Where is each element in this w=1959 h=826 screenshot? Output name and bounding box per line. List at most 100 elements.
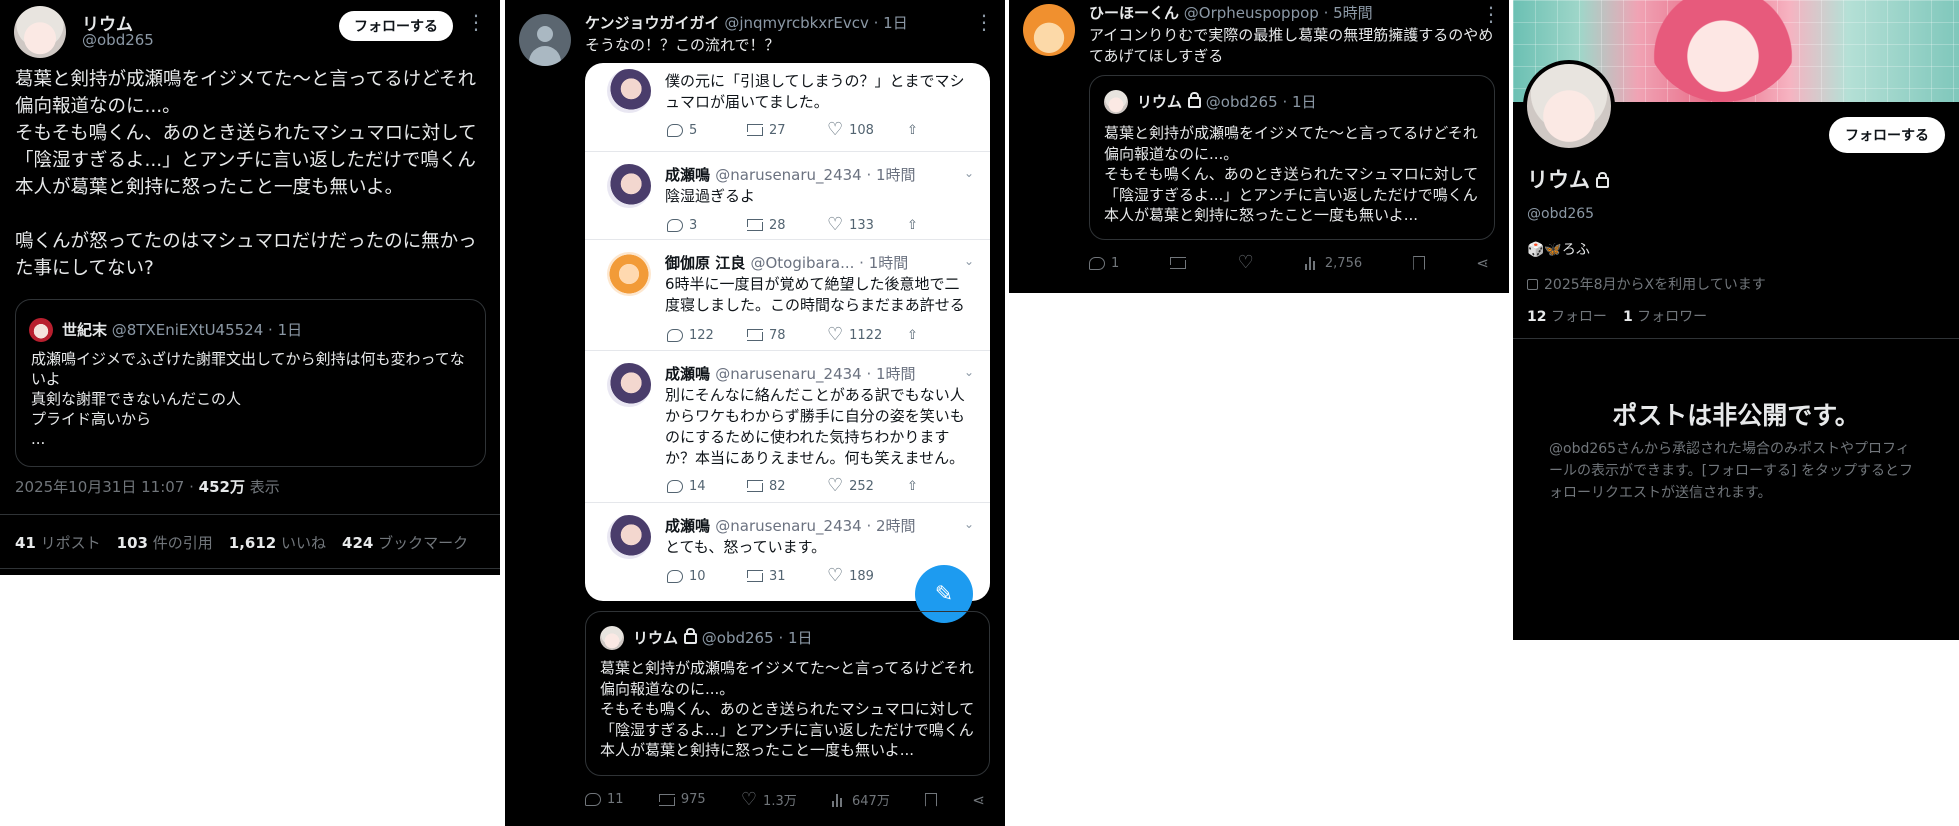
- profile-name: リウム: [1527, 164, 1609, 194]
- more-icon[interactable]: ⋮: [974, 12, 994, 32]
- chevron-down-icon[interactable]: ⌄: [964, 254, 974, 268]
- followers-count[interactable]: 1 フォロワー: [1623, 306, 1707, 326]
- author-handle[interactable]: @Orpheuspoppop: [1184, 4, 1319, 22]
- tweet-text: アイコンりりむで実際の最推し葛葉の無理筋擁護するのやめてあげてほしすぎる: [1089, 26, 1494, 65]
- repost-button[interactable]: [1170, 257, 1187, 269]
- stat-bookmarks[interactable]: 424 ブックマーク: [342, 532, 468, 553]
- share-button[interactable]: ⋖: [1476, 254, 1489, 272]
- author-name[interactable]: ケンジョウガイガイ: [585, 14, 720, 32]
- reply-icon: [667, 218, 683, 232]
- bar-chart-icon: [1304, 256, 1319, 270]
- like-button[interactable]: ♡: [1238, 254, 1254, 272]
- repost-button[interactable]: 975: [658, 792, 706, 807]
- avatar: [607, 515, 651, 559]
- avatar[interactable]: [14, 6, 66, 58]
- chevron-down-icon[interactable]: ⌄: [964, 166, 974, 180]
- quoted-tweet[interactable]: リウム @obd265 · 1日 葛葉と剣持が成瀬鳴をイジメてた〜と言ってるけど…: [585, 611, 990, 776]
- like-button[interactable]: ♡ 1.3万: [741, 790, 797, 809]
- quote-header: 世紀末 @8TXEniEXtU45524 · 1日: [62, 319, 302, 340]
- author-handle[interactable]: @jnqmyrcbkxrEvcv: [724, 14, 869, 32]
- share-icon: ⇧: [907, 478, 918, 494]
- quote-time: · 1日: [778, 629, 813, 647]
- inner-actions: 122 78 ♡ 1122 ⇧: [667, 326, 987, 344]
- join-date: 2025年8月からXを利用しています: [1527, 274, 1766, 294]
- reply-icon: [667, 569, 683, 583]
- profile-avatar[interactable]: [1523, 60, 1615, 152]
- lock-icon: [1188, 92, 1202, 108]
- reply-icon: [667, 479, 683, 493]
- list-item: 御伽原 江良 @Otogibara... · 1時間 ⌄ 6時半に一度目が覚めて…: [585, 240, 990, 351]
- stat-reposts[interactable]: 41 リポスト: [15, 532, 101, 553]
- reply-icon: [1089, 256, 1105, 270]
- inner-tweet-text: 陰湿過ぎるよ: [665, 187, 756, 205]
- share-icon: ⋖: [1476, 254, 1489, 272]
- reply-button[interactable]: 11: [585, 792, 624, 807]
- avatar: [607, 363, 651, 407]
- quote-author-name: リウム: [1137, 93, 1183, 111]
- more-icon[interactable]: ⋮: [1481, 4, 1501, 24]
- inner-tweet-text: 僕の元に「引退してしまうの？」とまでマシュマロが届いてました。: [665, 72, 965, 111]
- chevron-down-icon[interactable]: ⌄: [964, 517, 974, 531]
- quoted-tweet[interactable]: リウム @obd265 · 1日 葛葉と剣持が成瀬鳴をイジメてた〜と言ってるけど…: [1089, 75, 1495, 240]
- quote-author-name: リウム: [633, 629, 679, 647]
- divider: [1513, 338, 1959, 339]
- avatar: [607, 69, 651, 113]
- repost-icon: [747, 329, 763, 341]
- profile-handle: @obd265: [1527, 206, 1595, 222]
- list-item: 僕の元に「引退してしまうの？」とまでマシュマロが届いてました。 5 27 ♡ 10…: [585, 63, 990, 152]
- avatar: [607, 164, 651, 208]
- bookmark-button[interactable]: [1413, 256, 1426, 270]
- repost-icon: [747, 480, 763, 492]
- inner-tweet-text: とても、怒っています。: [665, 538, 827, 556]
- inner-tweet-text: 6時半に一度目が覚めて絶望した後意地で二度寝しました。この時間ならまだまあ許せる: [665, 275, 965, 314]
- inner-actions: 14 82 ♡ 252 ⇧: [667, 477, 987, 495]
- quote-text: 葛葉と剣持が成瀬鳴をイジメてた〜と言ってるけどそれ偏向報道なのに...。 そもそ…: [1104, 124, 1479, 224]
- reply-icon: [585, 793, 601, 806]
- views-button[interactable]: 647万: [832, 790, 890, 809]
- tweet-panel-3: ひーほーくん @Orpheuspoppop · 5時間 ⋮ アイコンりりむで実際…: [1009, 0, 1509, 293]
- tweet-time: · 1日: [873, 14, 908, 32]
- quote-time: · 1日: [268, 321, 303, 339]
- tweet-panel-1: リウム @obd265 フォローする ⋮ 葛葉と剣持が成瀬鳴をイジメてた〜と言っ…: [0, 0, 500, 575]
- tweet-actions: 11 975 ♡ 1.3万 647万 ⋖: [585, 790, 985, 809]
- chevron-down-icon[interactable]: ⌄: [964, 365, 974, 379]
- avatar[interactable]: [1023, 4, 1075, 56]
- divider: [0, 514, 500, 515]
- tweet-text: そうなの！？この流れで！？: [585, 36, 780, 54]
- heart-icon: ♡: [827, 565, 844, 586]
- heart-icon: ♡: [1237, 252, 1254, 273]
- private-message: @obd265さんから承認された場合のみポストやプロフィールの表示ができます。[…: [1549, 441, 1913, 501]
- default-avatar[interactable]: [519, 14, 571, 66]
- view-label: 表示: [249, 478, 280, 496]
- tweet-actions: 1 ♡ 2,756 ⋖: [1089, 254, 1489, 272]
- author-name[interactable]: ひーほーくん: [1089, 4, 1179, 22]
- timestamp: 2025年10月31日 11:07 ·: [15, 478, 194, 496]
- stat-likes[interactable]: 1,612 いいね: [229, 532, 326, 553]
- tweet-header: ケンジョウガイガイ @jnqmyrcbkxrEvcv · 1日: [585, 12, 908, 33]
- bookmark-button[interactable]: [925, 792, 938, 807]
- follow-button[interactable]: フォローする: [1829, 117, 1945, 153]
- quote-author-name: 世紀末: [62, 321, 108, 339]
- author-handle[interactable]: @obd265: [82, 31, 154, 49]
- tweet-text: 葛葉と剣持が成瀬鳴をイジメてた〜と言ってるけどそれ偏向報道なのに...。 そもそ…: [15, 69, 477, 279]
- avatar: [1104, 90, 1128, 114]
- share-button[interactable]: ⋖: [972, 791, 985, 809]
- inner-author: 成瀬鳴 @narusenaru_2434 · 2時間: [665, 517, 916, 535]
- more-icon[interactable]: ⋮: [466, 12, 486, 32]
- share-icon: ⇧: [907, 122, 918, 138]
- stat-quotes[interactable]: 103 件の引用: [117, 532, 213, 553]
- views-button[interactable]: 2,756: [1304, 256, 1362, 271]
- inner-actions: 10 31 ♡ 189: [667, 567, 907, 585]
- inner-author: 成瀬鳴 @narusenaru_2434 · 1時間: [665, 166, 916, 184]
- lock-icon: [1596, 172, 1609, 188]
- repost-icon: [658, 793, 675, 806]
- following-count[interactable]: 12 フォロー: [1527, 306, 1607, 326]
- repost-icon: [747, 570, 763, 582]
- follow-button[interactable]: フォローする: [339, 11, 453, 41]
- calendar-icon: [1527, 278, 1538, 290]
- quoted-tweet[interactable]: 世紀末 @8TXEniEXtU45524 · 1日 成瀬鳴イジメでふざけた謝罪文…: [15, 299, 486, 467]
- quote-header: リウム @obd265 · 1日: [1137, 91, 1317, 112]
- attached-screenshot[interactable]: 僕の元に「引退してしまうの？」とまでマシュマロが届いてました。 5 27 ♡ 10…: [585, 63, 990, 601]
- reply-button[interactable]: 1: [1089, 256, 1119, 271]
- heart-icon: ♡: [740, 788, 758, 810]
